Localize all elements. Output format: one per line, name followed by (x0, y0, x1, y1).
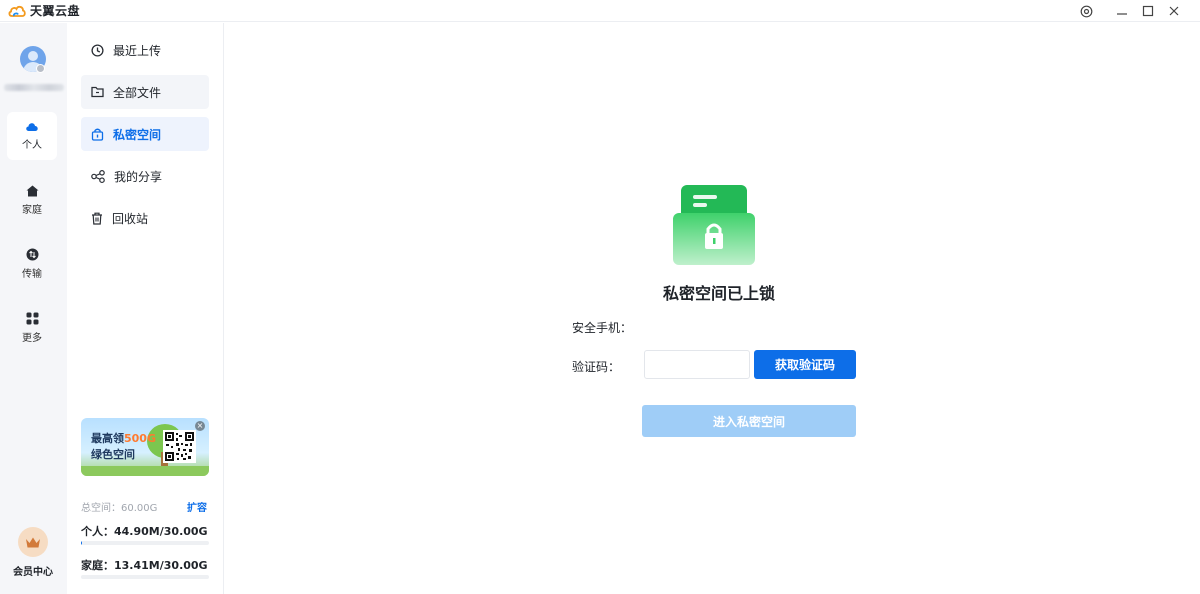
home-icon (26, 185, 38, 196)
enter-private-space-button[interactable]: 进入私密空间 (642, 405, 856, 437)
sidebar: 最近上传 全部文件 私密空间 我的分享 回收站 最高领500G 绿色空间 × 总… (67, 23, 224, 594)
share-icon (91, 169, 105, 183)
title-bar: 天翼云盘 (0, 0, 1200, 22)
sidebar-item-label: 回收站 (112, 211, 149, 226)
close-promo-icon[interactable]: × (195, 421, 205, 431)
main-content: 私密空间已上锁 安全手机： 验证码： 获取验证码 进入私密空间 (224, 23, 1200, 594)
rail-item-personal[interactable]: 个人 (7, 112, 57, 160)
sidebar-item-private-space[interactable]: 私密空间 (81, 117, 209, 151)
sidebar-item-all-files[interactable]: 全部文件 (81, 75, 209, 109)
sidebar-item-recycle-bin[interactable]: 回收站 (81, 201, 209, 235)
rail-item-label: 更多 (22, 333, 42, 344)
promo-subtitle: 绿色空间 (91, 448, 135, 461)
trash-icon (92, 212, 102, 225)
storage-personal-bar (81, 541, 209, 545)
promo-title-prefix: 最高领 (91, 432, 124, 445)
promo-title: 最高领500G (91, 430, 156, 446)
storage-personal: 个人：44.90M/30.00G (81, 525, 208, 538)
maximize-icon[interactable] (1138, 0, 1158, 22)
rail-item-more[interactable]: 更多 (7, 304, 57, 352)
code-label: 验证码： (572, 360, 621, 374)
rail-item-label: 个人 (22, 140, 42, 151)
close-icon[interactable] (1164, 0, 1184, 22)
qr-code-icon (163, 430, 196, 463)
storage-total: 总空间：60.00G (81, 503, 158, 514)
clock-icon (91, 43, 104, 57)
folder-icon (91, 86, 104, 98)
grass-illustration (81, 466, 209, 476)
page-title: 私密空间已上锁 (662, 284, 775, 303)
lock-icon (91, 128, 104, 141)
sidebar-item-label: 我的分享 (114, 169, 163, 184)
verification-code-input[interactable] (644, 350, 750, 379)
settings-icon[interactable] (1076, 0, 1096, 22)
cloud-icon (26, 123, 38, 131)
sidebar-item-label: 全部文件 (113, 85, 162, 100)
cloud-logo-icon (8, 5, 26, 17)
storage-family-bar (81, 575, 209, 579)
promo-banner[interactable]: 最高领500G 绿色空间 × (81, 418, 209, 476)
sidebar-item-label: 私密空间 (113, 127, 162, 142)
sidebar-item-my-shares[interactable]: 我的分享 (81, 159, 209, 193)
sidebar-item-recent[interactable]: 最近上传 (81, 33, 209, 67)
app-logo: 天翼云盘 (8, 2, 80, 19)
expand-storage-link[interactable]: 扩容 (187, 499, 207, 514)
locked-folder-icon (673, 185, 755, 265)
get-code-button[interactable]: 获取验证码 (754, 350, 856, 379)
left-rail: 个人 家庭 传输 更多 会员中心 (0, 23, 67, 594)
transfer-icon (26, 248, 38, 261)
minimize-icon[interactable] (1112, 0, 1132, 22)
phone-label: 安全手机： (572, 321, 633, 335)
grid-icon (26, 312, 38, 325)
avatar-badge-icon (36, 64, 45, 73)
vip-center-label: 会员中心 (13, 567, 53, 578)
username-blurred (4, 84, 64, 91)
rail-item-label: 家庭 (22, 204, 42, 216)
storage-family: 家庭：13.41M/30.00G (81, 559, 208, 572)
app-title: 天翼云盘 (30, 4, 81, 18)
rail-item-transfer[interactable]: 传输 (7, 240, 57, 288)
crown-icon (18, 527, 48, 557)
sidebar-item-label: 最近上传 (113, 43, 162, 58)
vip-center-button[interactable]: 会员中心 (8, 527, 58, 587)
rail-item-family[interactable]: 家庭 (7, 176, 57, 224)
rail-item-label: 传输 (22, 269, 42, 280)
promo-title-highlight: 500G (124, 432, 156, 445)
avatar-head (28, 51, 38, 61)
